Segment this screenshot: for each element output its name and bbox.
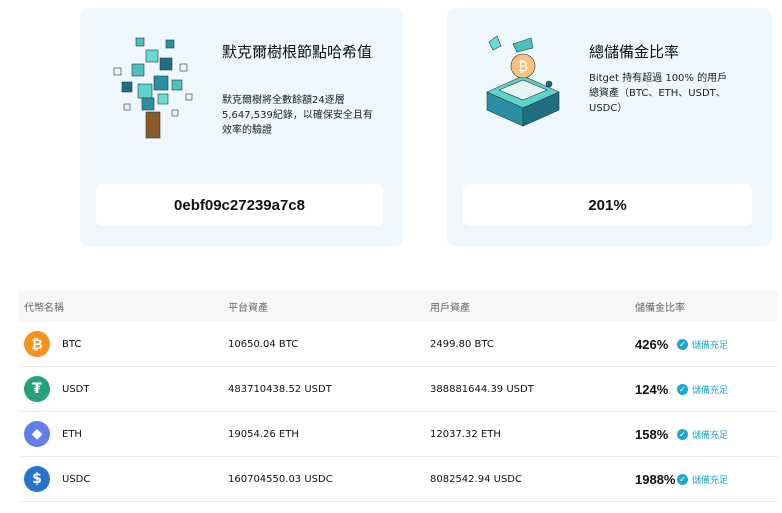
reserve-status-badge: ✓ 儲備充足 — [677, 383, 728, 396]
table-row[interactable]: ₮ USDT 483710438.52 USDT 388881644.39 US… — [18, 367, 778, 412]
reserve-ratio-cell: 158% ✓ 儲備充足 — [635, 427, 778, 442]
reserve-card-description: Bitget 持有超過 100% 的用戶總資產（BTC、ETH、USDT、USD… — [589, 73, 728, 114]
token-cell: $ USDC — [18, 466, 228, 492]
merkle-card-description: 默克爾樹將全數餘額24逐層5,647,539紀錄，以確保安全且有效率的驗證 — [222, 95, 373, 136]
reserve-status-label: 儲備充足 — [692, 340, 729, 351]
token-cell: ◆ ETH — [18, 421, 228, 447]
table-body: ₿ BTC 10650.04 BTC 2499.80 BTC 426% ✓ 儲備… — [18, 322, 778, 502]
platform-assets-cell: 10650.04 BTC — [228, 338, 299, 350]
table-header: 代幣名稱 平台資產 用戶資產 儲備金比率 — [18, 291, 778, 322]
user-assets-cell: 8082542.94 USDC — [430, 473, 522, 485]
svg-text:₿: ₿ — [518, 59, 528, 75]
header-token-name: 代幣名稱 — [24, 303, 64, 314]
reserve-ratio-value: 158% — [635, 426, 669, 442]
reserve-status-label: 儲備充足 — [692, 430, 729, 441]
table-row[interactable]: ₿ BTC 10650.04 BTC 2499.80 BTC 426% ✓ 儲備… — [18, 322, 778, 367]
table-row[interactable]: ◆ ETH 19054.26 ETH 12037.32 ETH 158% ✓ 儲… — [18, 412, 778, 457]
token-cell: ₿ BTC — [18, 331, 228, 357]
reserve-ratio-value: 124% — [635, 381, 669, 397]
usdc-icon: $ — [24, 466, 50, 492]
user-assets-cell: 2499.80 BTC — [430, 338, 494, 350]
header-reserve-ratio: 儲備金比率 — [635, 303, 685, 314]
bitcoin-icon: ₿ — [24, 331, 50, 357]
merkle-card-title: 默克爾樹根節點哈希值 — [222, 43, 373, 61]
tether-icon: ₮ — [24, 376, 50, 402]
user-assets-cell: 388881644.39 USDT — [430, 383, 534, 395]
token-name: USDT — [62, 383, 90, 395]
token-name: USDC — [62, 473, 91, 485]
reserve-asset-table: 代幣名稱 平台資產 用戶資產 儲備金比率 ₿ BTC 10650.04 BTC … — [18, 291, 778, 502]
reserve-status-badge: ✓ 儲備充足 — [677, 338, 728, 351]
merkle-root-card: 默克爾樹根節點哈希值 默克爾樹將全數餘額24逐層5,647,539紀錄，以確保安… — [80, 8, 403, 246]
token-name: ETH — [62, 428, 82, 440]
merkle-root-hash-value: 0ebf09c27239a7c8 — [96, 184, 383, 226]
reserve-status-badge: ✓ 儲備充足 — [677, 473, 728, 486]
reserve-status-badge: ✓ 儲備充足 — [677, 428, 728, 441]
platform-assets-cell: 483710438.52 USDT — [228, 383, 332, 395]
total-reserve-ratio-value: 201% — [463, 184, 752, 226]
reserve-card-title: 總儲備金比率 — [589, 43, 680, 61]
reserve-status-label: 儲備充足 — [692, 475, 729, 486]
check-circle-icon: ✓ — [677, 383, 688, 395]
ethereum-icon: ◆ — [24, 421, 50, 447]
header-platform-assets: 平台資產 — [228, 303, 268, 314]
check-circle-icon: ✓ — [677, 338, 688, 350]
token-cell: ₮ USDT — [18, 376, 228, 402]
header-user-assets: 用戶資產 — [430, 303, 470, 314]
platform-assets-cell: 160704550.03 USDC — [228, 473, 333, 485]
table-row[interactable]: $ USDC 160704550.03 USDC 8082542.94 USDC… — [18, 457, 778, 502]
check-circle-icon: ✓ — [677, 473, 688, 485]
reserve-ratio-cell: 1988% ✓ 儲備充足 — [635, 472, 778, 487]
reserve-ratio-cell: 124% ✓ 儲備充足 — [635, 382, 778, 397]
reserve-ratio-card: ₿ 總儲備金比率 Bitget 持有超過 100% 的用戶總資產（BTC、ETH… — [447, 8, 772, 246]
token-name: BTC — [62, 338, 82, 350]
merkle-tree-illustration-icon — [113, 37, 193, 139]
reserve-ratio-cell: 426% ✓ 儲備充足 — [635, 337, 778, 352]
reserve-vault-illustration-icon: ₿ — [486, 35, 560, 127]
check-circle-icon: ✓ — [677, 428, 688, 440]
reserve-ratio-value: 1988% — [635, 471, 676, 487]
reserve-ratio-value: 426% — [635, 336, 669, 352]
platform-assets-cell: 19054.26 ETH — [228, 428, 299, 440]
user-assets-cell: 12037.32 ETH — [430, 428, 501, 440]
reserve-status-label: 儲備充足 — [692, 385, 729, 396]
